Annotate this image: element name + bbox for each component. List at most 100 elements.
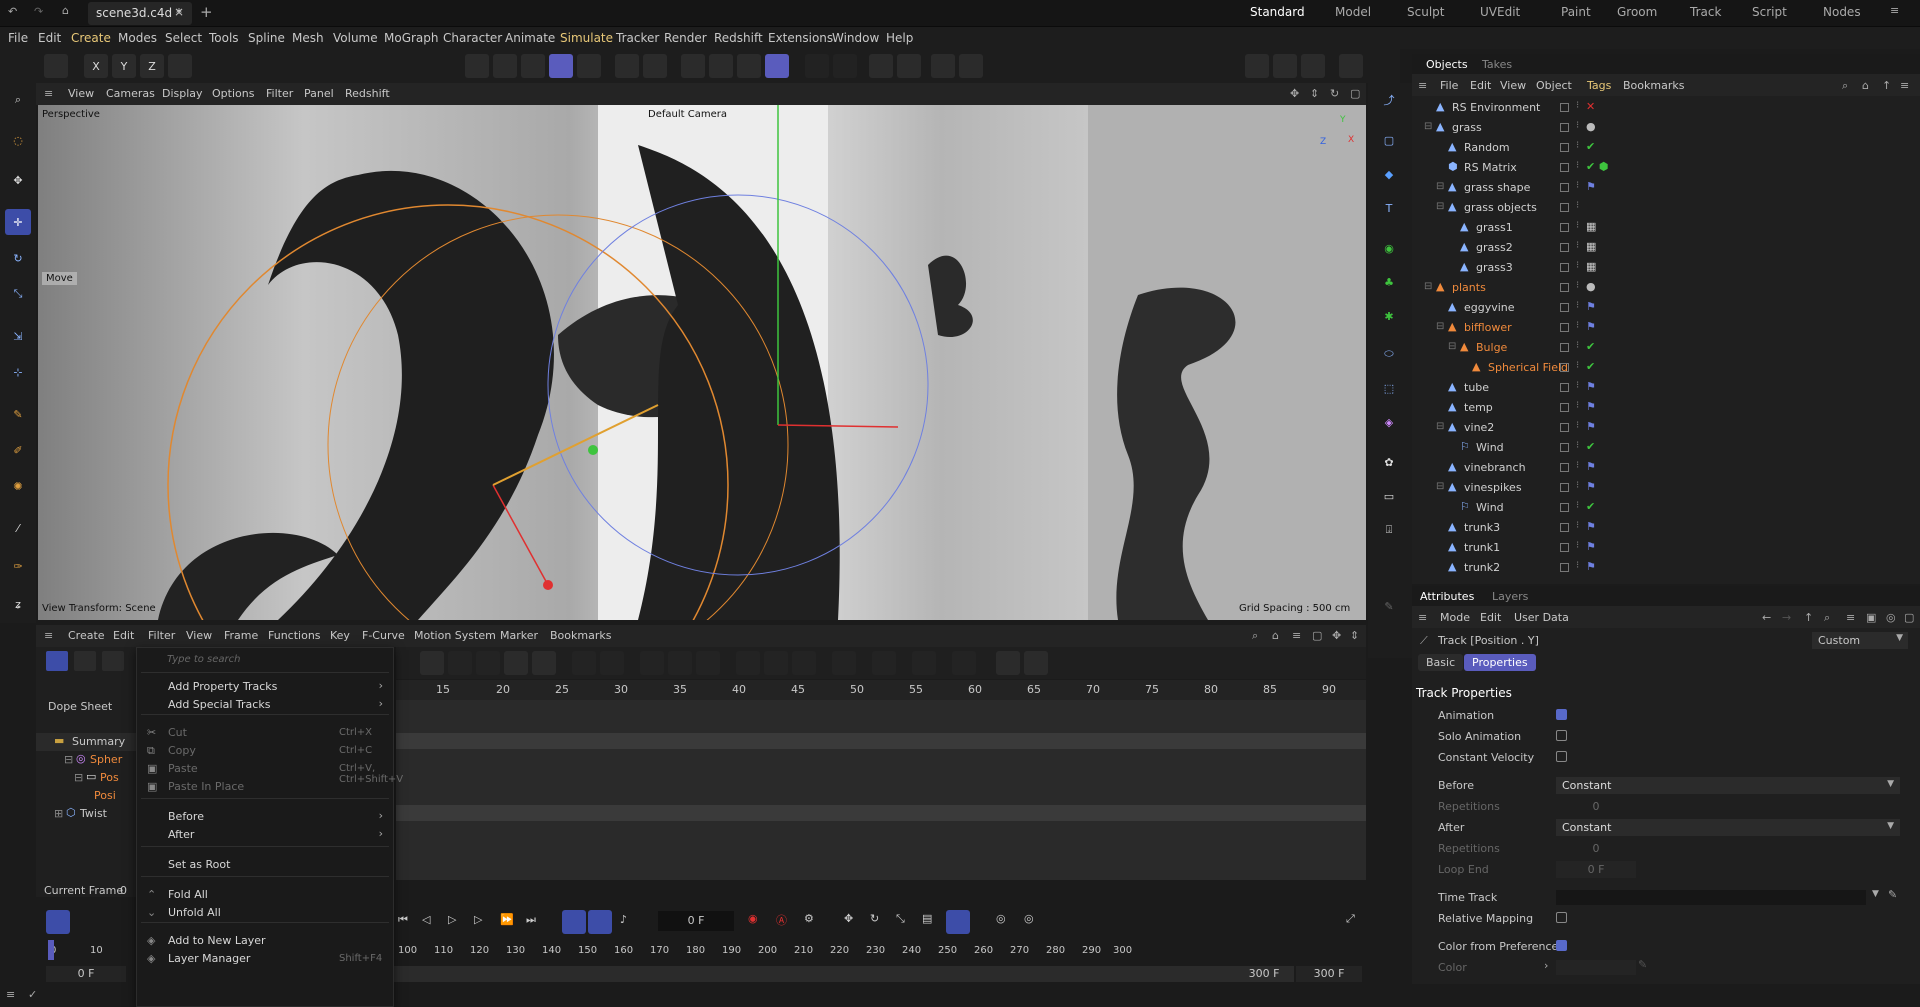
- attr-menu-userdata[interactable]: User Data: [1514, 611, 1569, 624]
- visibility-toggle[interactable]: [1560, 483, 1569, 492]
- render-dots-icon[interactable]: ⁝: [1576, 540, 1579, 551]
- visibility-toggle[interactable]: [1560, 103, 1569, 112]
- fcurve-mode-icon[interactable]: [74, 651, 96, 671]
- layout-script[interactable]: Script: [1752, 5, 1787, 19]
- tab-attributes[interactable]: Attributes: [1420, 590, 1474, 603]
- key-step-button[interactable]: [532, 651, 556, 675]
- visibility-toggle[interactable]: [1560, 263, 1569, 272]
- object-tag-icon[interactable]: ✔: [1586, 340, 1595, 353]
- tangent-auto-button[interactable]: [832, 651, 856, 675]
- visibility-toggle[interactable]: [1560, 143, 1569, 152]
- menu-modes[interactable]: Modes: [118, 31, 157, 45]
- interp-ease-button[interactable]: [640, 651, 664, 675]
- object-row[interactable]: ⬢ RS Matrix ⁝ ✔ ⬢: [1412, 158, 1920, 178]
- points-mode-button[interactable]: [465, 54, 489, 78]
- object-mode-button[interactable]: [44, 54, 68, 78]
- constvel-checkbox[interactable]: [1556, 751, 1567, 762]
- object-tag-icon[interactable]: ✕: [1586, 100, 1595, 113]
- render-dots-icon[interactable]: ⁝: [1576, 400, 1579, 411]
- move-handle-y[interactable]: [588, 445, 598, 455]
- layout-sculpt[interactable]: Sculpt: [1407, 5, 1444, 19]
- object-tag-icon[interactable]: ✔: [1586, 360, 1595, 373]
- search-icon[interactable]: ⌕: [5, 87, 31, 113]
- visibility-toggle[interactable]: [1560, 383, 1569, 392]
- attr-search-icon[interactable]: ⌕: [1824, 611, 1830, 625]
- next-key-icon[interactable]: ▷: [474, 913, 482, 926]
- tab-layers[interactable]: Layers: [1492, 590, 1528, 603]
- redshift-ipr-button[interactable]: [1339, 54, 1363, 78]
- objects-home-icon[interactable]: ⌂: [1862, 79, 1869, 92]
- loop-icon[interactable]: [562, 910, 586, 934]
- render-dots-icon[interactable]: ⁝: [1576, 300, 1579, 311]
- visibility-toggle[interactable]: [1560, 123, 1569, 132]
- tl-menu-marker[interactable]: Marker: [500, 629, 538, 642]
- tl-menu-key[interactable]: Key: [330, 629, 350, 642]
- expand-toggle-icon[interactable]: ⊟: [1436, 481, 1444, 492]
- object-row[interactable]: ⚐ Wind ⁝ ✔: [1412, 438, 1920, 458]
- render-dots-icon[interactable]: ⁝: [1576, 440, 1579, 451]
- tab-properties[interactable]: Properties: [1464, 654, 1536, 671]
- visibility-toggle[interactable]: [1560, 303, 1569, 312]
- cube-outline-icon[interactable]: ▢: [1376, 127, 1402, 153]
- key-pla-icon[interactable]: [946, 910, 970, 934]
- repetitions-after-field[interactable]: 0: [1556, 840, 1636, 857]
- end-frame-b[interactable]: 300 F: [1296, 966, 1362, 982]
- context-search[interactable]: Type to search: [137, 648, 393, 672]
- object-row[interactable]: ▲ tube ⁝ ⚑: [1412, 378, 1920, 398]
- edges-mode-button[interactable]: [493, 54, 517, 78]
- visibility-toggle[interactable]: [1560, 543, 1569, 552]
- transfer-tool-icon[interactable]: ⇲: [5, 323, 31, 349]
- vp-menu-filter[interactable]: Filter: [266, 87, 293, 100]
- tl-menu-edit[interactable]: Edit: [113, 629, 134, 642]
- tl-filter-icon[interactable]: ≡: [1292, 629, 1301, 642]
- tl-menu-motion-system[interactable]: Motion System: [414, 629, 496, 642]
- render-dots-icon[interactable]: ⁝: [1576, 260, 1579, 271]
- symmetry-button[interactable]: [869, 54, 893, 78]
- animation-checkbox[interactable]: [1556, 709, 1567, 720]
- chevron-right-icon[interactable]: ›: [1544, 959, 1548, 972]
- close-tab-icon[interactable]: ×: [174, 5, 184, 19]
- pan-view-icon[interactable]: ✥: [1290, 87, 1299, 100]
- layout-uvedit[interactable]: UVEdit: [1480, 5, 1520, 19]
- spline-smooth-icon[interactable]: ✺: [5, 473, 31, 499]
- visibility-toggle[interactable]: [1560, 443, 1569, 452]
- object-tag-icon[interactable]: ✔: [1586, 500, 1595, 513]
- tl-menu-functions[interactable]: Functions: [268, 629, 321, 642]
- polygons-mode-button[interactable]: [521, 54, 545, 78]
- object-row[interactable]: ▲ Random ⁝ ✔: [1412, 138, 1920, 158]
- model-mode-button[interactable]: [549, 54, 573, 78]
- visibility-toggle[interactable]: [1560, 163, 1569, 172]
- menu-simulate[interactable]: Simulate: [560, 31, 613, 45]
- object-row[interactable]: ▲ RS Environment ⁝ ✕: [1412, 98, 1920, 118]
- 3d-viewport[interactable]: Perspective Default Camera Move View Tra…: [38, 105, 1366, 620]
- record-key-icon[interactable]: ◉: [748, 912, 758, 925]
- dope-sheet-mode-icon[interactable]: [46, 651, 68, 671]
- vp-menu-display[interactable]: Display: [162, 87, 203, 100]
- render-dots-icon[interactable]: ⁝: [1576, 380, 1579, 391]
- object-row[interactable]: ⚐ Wind ⁝ ✔: [1412, 498, 1920, 518]
- expand-toggle-icon[interactable]: ⊟: [1424, 281, 1432, 292]
- object-tag-icon[interactable]: ▦: [1586, 260, 1596, 273]
- menu-file[interactable]: File: [8, 31, 28, 45]
- object-tag-icon[interactable]: ✔ ⬢: [1586, 160, 1608, 173]
- frame-field[interactable]: 0 F: [658, 911, 734, 931]
- render-dots-icon[interactable]: ⁝: [1576, 340, 1579, 351]
- scale-tool-icon[interactable]: ⤡: [5, 281, 31, 307]
- objects-up-icon[interactable]: ↑: [1882, 79, 1891, 92]
- tree-row-sphere[interactable]: ⊟ ◎ Spher: [36, 751, 136, 769]
- timetrack-link-field[interactable]: [1556, 890, 1866, 905]
- visibility-toggle[interactable]: [1560, 503, 1569, 512]
- autokey-icon[interactable]: Ⓐ: [776, 912, 787, 928]
- workplane-button[interactable]: [931, 54, 955, 78]
- visibility-toggle[interactable]: [1560, 223, 1569, 232]
- repetitions-field[interactable]: 0: [1556, 798, 1636, 815]
- timeline-menu-icon[interactable]: ≡: [44, 629, 53, 642]
- object-tag-icon[interactable]: ●: [1586, 280, 1596, 293]
- place-tool-icon[interactable]: ⊹: [5, 359, 31, 385]
- objects-menu-icon[interactable]: ≡: [1418, 79, 1427, 92]
- object-row[interactable]: ⊟ ▲ grass ⁝ ●: [1412, 118, 1920, 138]
- object-row[interactable]: ⊟ ▲ vine2 ⁝ ⚑: [1412, 418, 1920, 438]
- viewport-menu-icon[interactable]: ≡: [44, 87, 53, 100]
- attributes-menu-icon[interactable]: ≡: [1418, 611, 1427, 624]
- prev-key-icon[interactable]: ◁: [422, 913, 430, 926]
